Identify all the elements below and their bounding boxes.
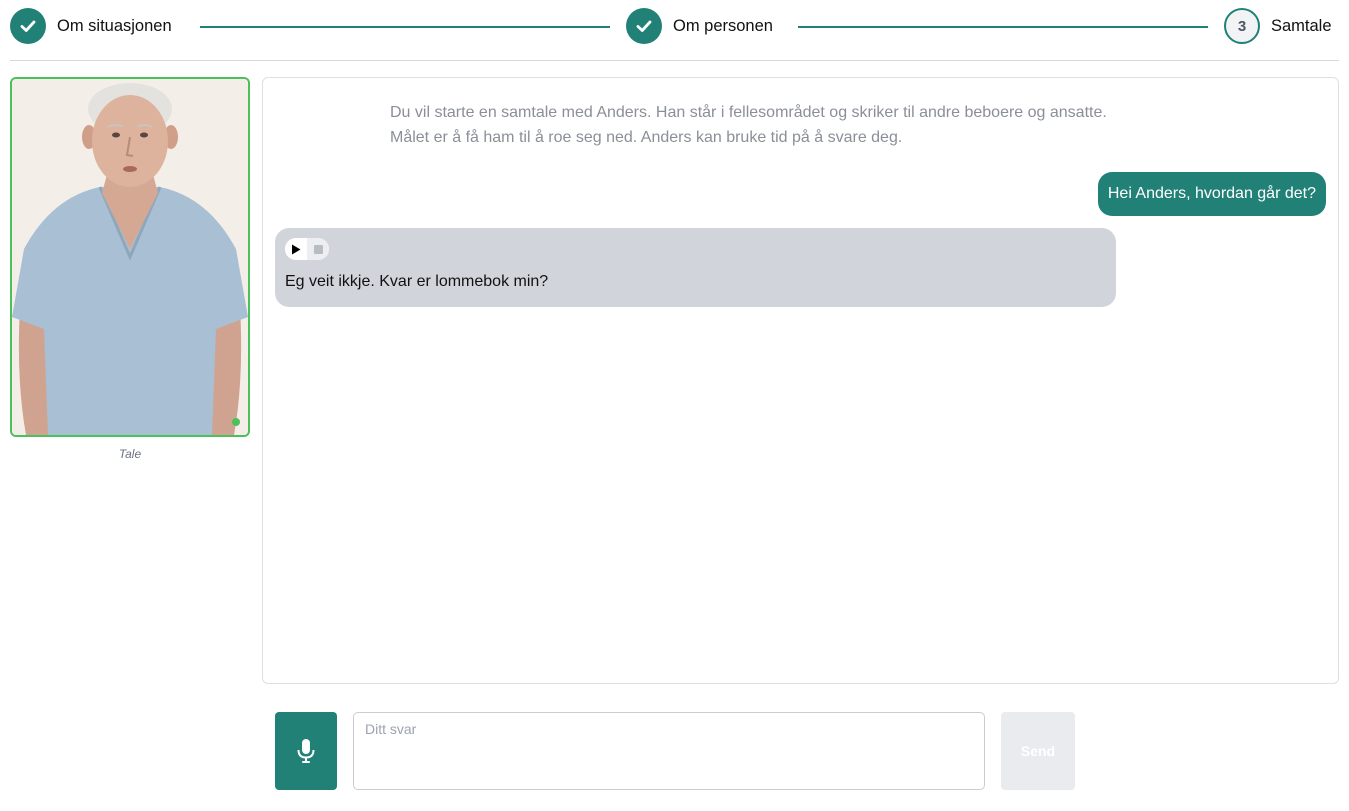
stop-icon[interactable] [307, 238, 329, 260]
microphone-icon [297, 739, 315, 763]
check-icon [10, 8, 46, 44]
conversation-intro: Du vil starte en samtale med Anders. Han… [390, 100, 1270, 150]
audio-controls [285, 238, 329, 260]
play-icon[interactable] [285, 238, 307, 260]
intro-line: Du vil starte en samtale med Anders. Han… [390, 104, 1107, 121]
step-samtale[interactable]: 3 Samtale [1224, 8, 1332, 44]
user-message-text: Hei Anders, hvordan går det? [1107, 185, 1316, 202]
step-label: Samtale [1271, 16, 1332, 35]
avatar-card [10, 77, 250, 437]
header-divider [10, 60, 1339, 61]
assistant-message-text: Eg veit ikkje. Kvar er lommebok min? [285, 273, 549, 290]
chat-panel: Du vil starte en samtale med Anders. Han… [262, 77, 1339, 684]
assistant-message-bubble: Eg veit ikkje. Kvar er lommebok min? [275, 228, 1116, 307]
step-label: Om situasjonen [57, 16, 172, 35]
step-connector-2 [798, 26, 1208, 28]
step-om-situasjonen[interactable]: Om situasjonen [10, 8, 172, 44]
avatar-caption: Tale [118, 447, 142, 461]
step-label: Om personen [673, 16, 773, 35]
send-button[interactable]: Send [1001, 712, 1075, 790]
person-portrait [12, 79, 248, 435]
intro-line: Målet er å få ham til å roe seg ned. And… [390, 129, 903, 146]
step-connector-1 [200, 26, 610, 28]
check-icon [626, 8, 662, 44]
microphone-button[interactable] [275, 712, 337, 790]
step-number: 3 [1224, 8, 1260, 44]
answer-input[interactable] [353, 712, 985, 790]
progress-stepper: Om situasjonen Om personen 3 Samtale [10, 8, 1339, 44]
user-message-bubble: Hei Anders, hvordan går det? [1097, 172, 1326, 216]
step-om-personen[interactable]: Om personen [626, 8, 773, 44]
online-status-dot [232, 418, 240, 426]
